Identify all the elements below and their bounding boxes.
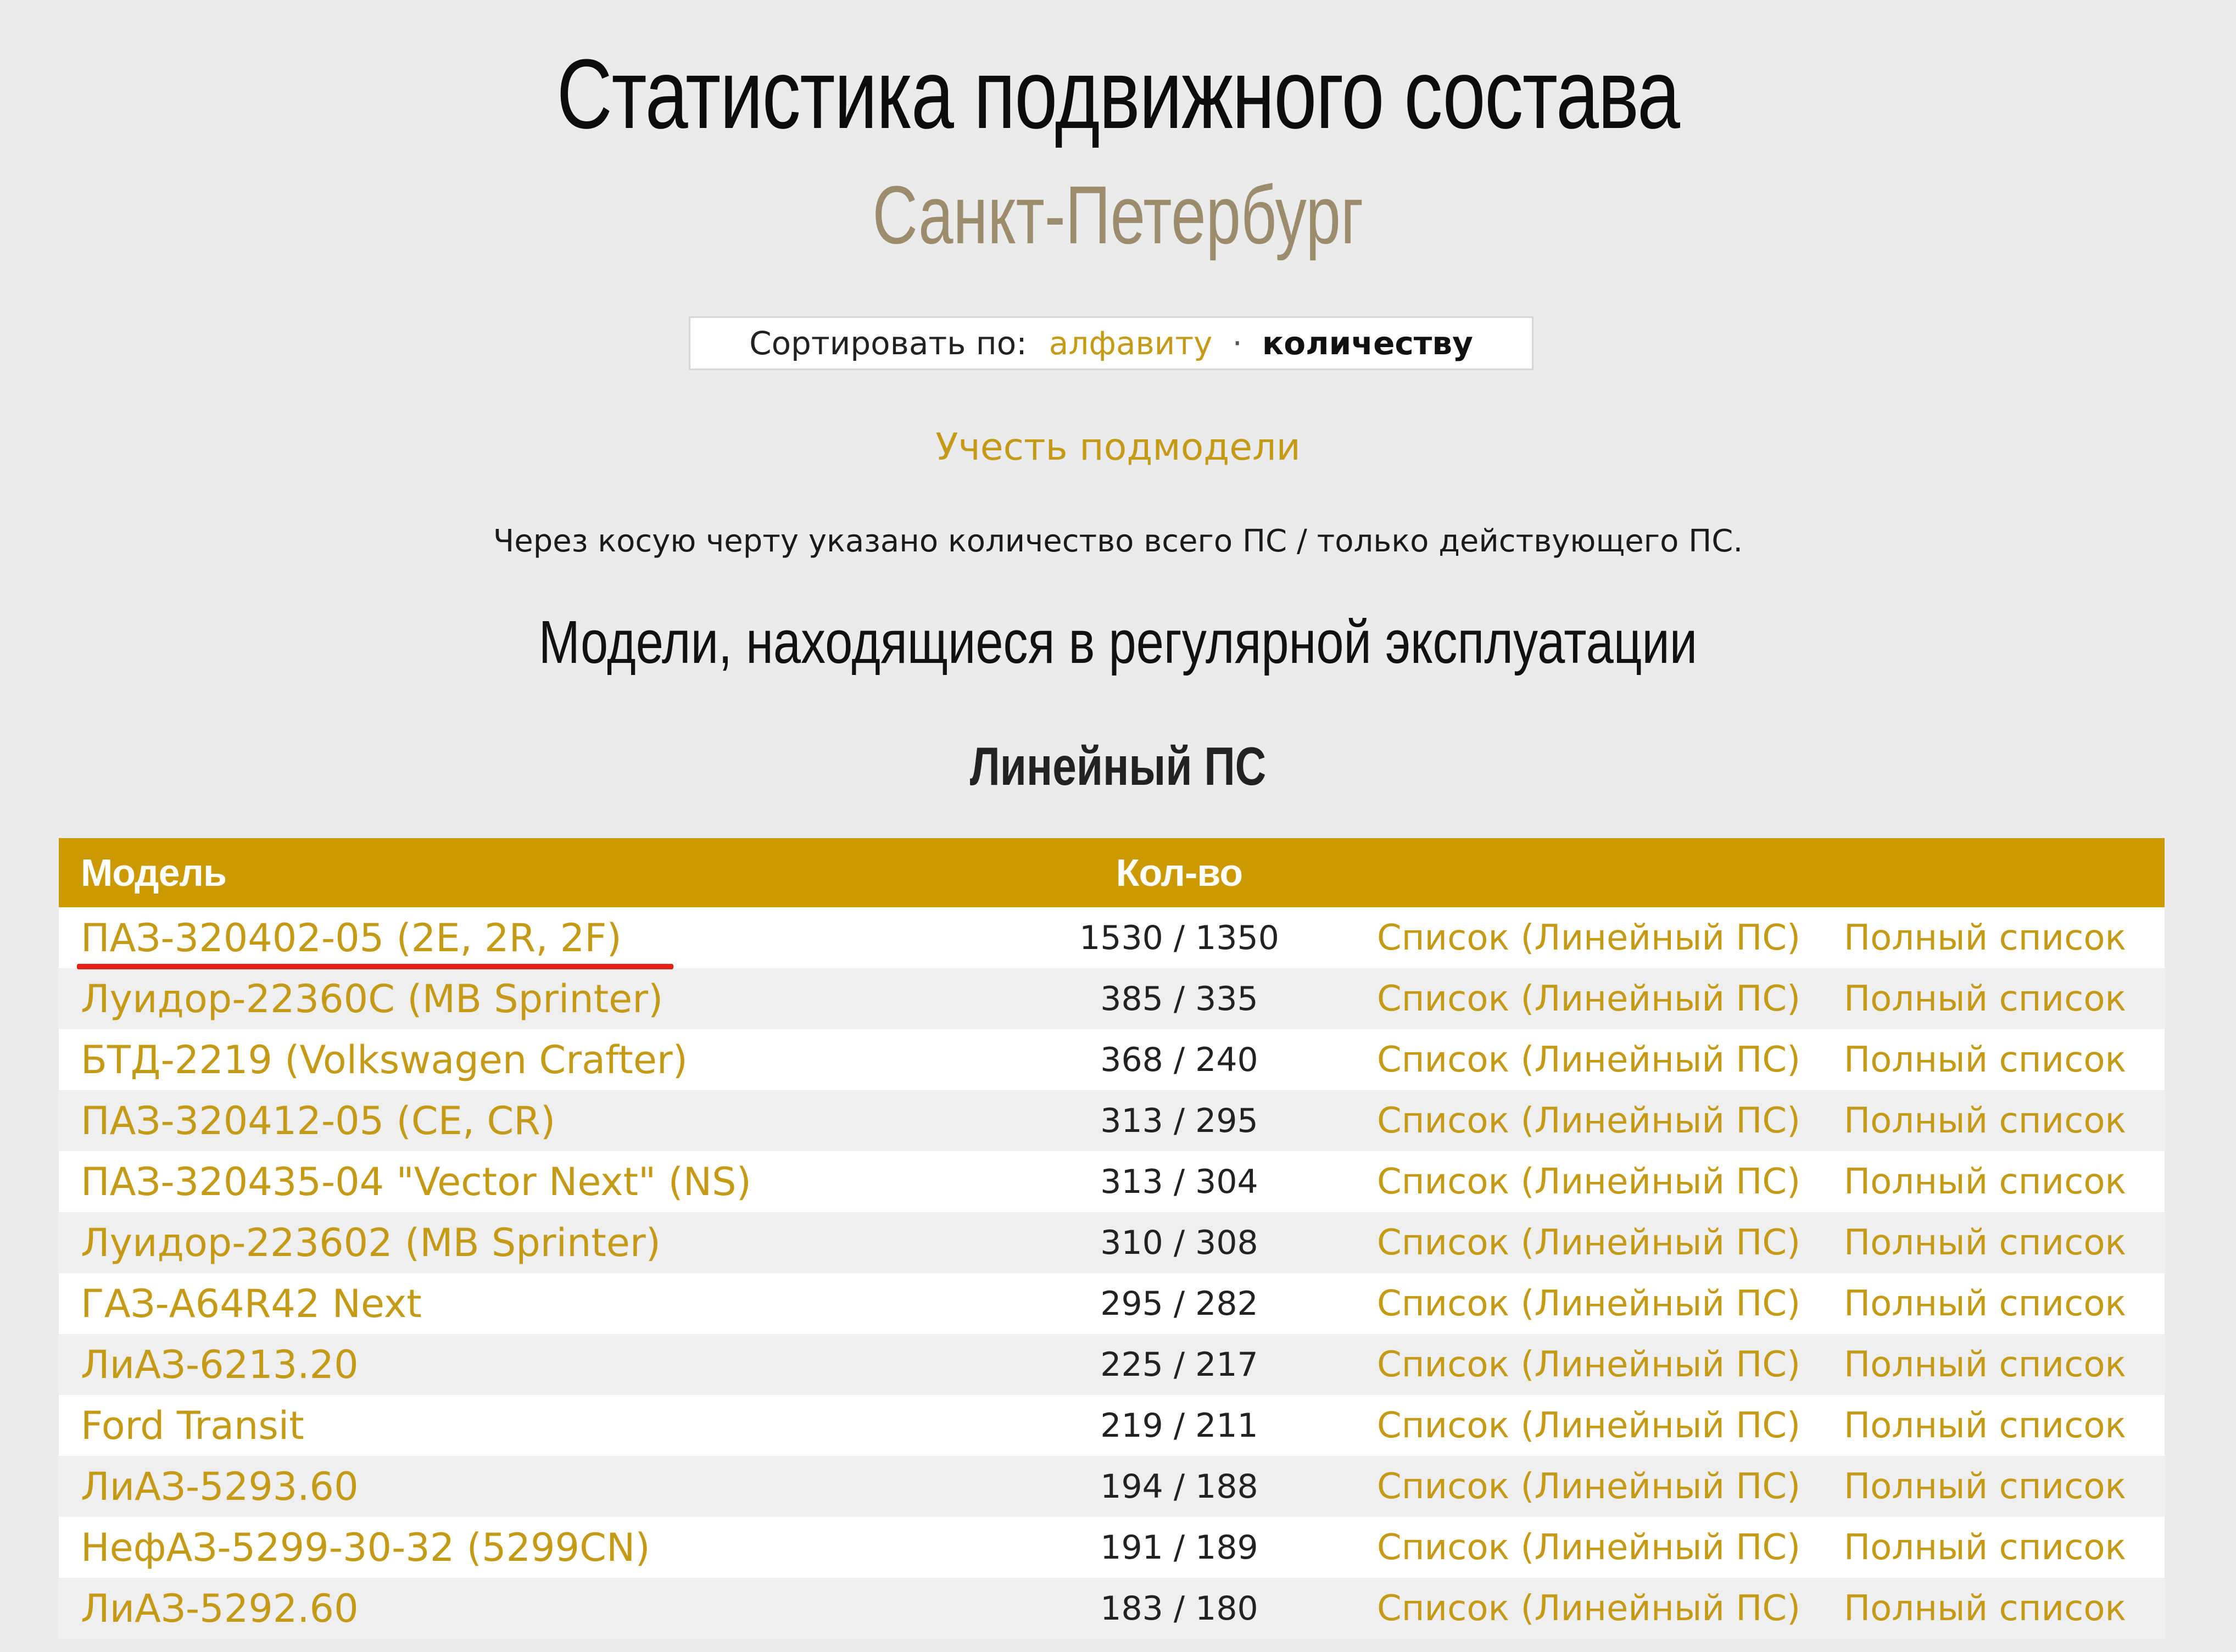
page: Статистика подвижного состава Санкт-Пете…	[0, 0, 2236, 1652]
model-link[interactable]: Луидор-223602 (MB Sprinter)	[59, 1212, 982, 1273]
model-count: 368 / 240	[982, 1029, 1377, 1090]
model-list-link[interactable]: Список (Линейный ПС)	[1377, 1456, 1844, 1517]
model-list-link[interactable]: Список (Линейный ПС)	[1377, 1578, 1844, 1639]
model-link[interactable]: ПАЗ-320435-04 "Vector Next" (NS)	[59, 1151, 982, 1212]
model-link[interactable]: ПАЗ-320402-05 (2E, 2R, 2F)	[59, 907, 982, 968]
model-list-link[interactable]: Список (Линейный ПС)	[1377, 968, 1844, 1029]
model-list-link[interactable]: Список (Линейный ПС)	[1377, 1090, 1844, 1151]
model-full-list-link[interactable]: Полный список	[1844, 1151, 2165, 1212]
model-count: 225 / 217	[982, 1334, 1377, 1395]
table-header-row: Модель Кол-во	[59, 838, 2165, 907]
table-row: Ford Transit 219 / 211 Список (Линейный ПС…	[59, 1395, 2165, 1456]
model-count: 191 / 189	[982, 1517, 1377, 1578]
model-full-list-link[interactable]: Полный список	[1844, 968, 2165, 1029]
model-full-list-link[interactable]: Полный список	[1844, 1029, 2165, 1090]
count-note: Через косую черту указано количество все…	[493, 523, 1743, 559]
model-count: 313 / 304	[982, 1151, 1377, 1212]
table-row: БТД-2219 (Volkswagen Crafter) 368 / 240 Сп…	[59, 1029, 2165, 1090]
model-list-link[interactable]: Список (Линейный ПС)	[1377, 1151, 1844, 1212]
model-count: 1530 / 1350	[982, 907, 1377, 968]
table-row: ПАЗ-320412-05 (CE, CR) 313 / 295 Список (Л…	[59, 1090, 2165, 1151]
column-header-full	[1844, 838, 2165, 907]
table-row: Луидор-223602 (MB Sprinter) 310 / 308 Спис…	[59, 1212, 2165, 1273]
table-row: ЛиАЗ-5292.60 183 / 180 Список (Линейный ПС…	[59, 1578, 2165, 1639]
sort-by-alphabet-link[interactable]: алфавиту	[1049, 325, 1213, 362]
sort-label: Сортировать по:	[749, 325, 1027, 362]
table-row: НефАЗ-5299-30-32 (5299CN) 191 / 189 Список…	[59, 1517, 2165, 1578]
table-row: ПАЗ-320402-05 (2E, 2R, 2F) 1530 / 1350 Спи…	[59, 907, 2165, 968]
model-link[interactable]: ЛиАЗ-5293.60	[59, 1456, 982, 1517]
model-count: 295 / 282	[982, 1273, 1377, 1334]
model-count: 313 / 295	[982, 1090, 1377, 1151]
model-count: 310 / 308	[982, 1212, 1377, 1273]
model-full-list-link[interactable]: Полный список	[1844, 1517, 2165, 1578]
column-header-list	[1377, 838, 1844, 907]
sort-by-count-active: количеству	[1262, 325, 1473, 362]
model-link[interactable]: ПАЗ-320412-05 (CE, CR)	[59, 1090, 982, 1151]
subsection-title: Линейный ПС	[969, 736, 1267, 796]
table-body: ПАЗ-320402-05 (2E, 2R, 2F) 1530 / 1350 Спи…	[59, 907, 2165, 1639]
column-header-count: Кол-во	[982, 838, 1377, 907]
model-full-list-link[interactable]: Полный список	[1844, 1212, 2165, 1273]
sort-control: Сортировать по: алфавиту · количеству	[689, 316, 1534, 370]
model-count: 385 / 335	[982, 968, 1377, 1029]
sort-separator: ·	[1232, 325, 1242, 362]
model-list-link[interactable]: Список (Линейный ПС)	[1377, 1395, 1844, 1456]
model-full-list-link[interactable]: Полный список	[1844, 907, 2165, 968]
table-row: ЛиАЗ-6213.20 225 / 217 Список (Линейный ПС…	[59, 1334, 2165, 1395]
model-link[interactable]: ГАЗ-A64R42 Next	[59, 1273, 982, 1334]
model-full-list-link[interactable]: Полный список	[1844, 1273, 2165, 1334]
annotation-red-underline	[77, 964, 673, 969]
model-list-link[interactable]: Список (Линейный ПС)	[1377, 1273, 1844, 1334]
model-full-list-link[interactable]: Полный список	[1844, 1456, 2165, 1517]
table-row: ПАЗ-320435-04 "Vector Next" (NS) 313 / 30…	[59, 1151, 2165, 1212]
model-count: 183 / 180	[982, 1578, 1377, 1639]
model-list-link[interactable]: Список (Линейный ПС)	[1377, 1334, 1844, 1395]
table-row: ЛиАЗ-5293.60 194 / 188 Список (Линейный ПС…	[59, 1456, 2165, 1517]
model-full-list-link[interactable]: Полный список	[1844, 1395, 2165, 1456]
city-subtitle: Санкт-Петербург	[872, 169, 1364, 261]
model-link[interactable]: НефАЗ-5299-30-32 (5299CN)	[59, 1517, 982, 1578]
include-submodels-label[interactable]: Учесть подмодели	[935, 426, 1301, 469]
model-link[interactable]: Луидор-22360C (MB Sprinter)	[59, 968, 982, 1029]
model-count: 219 / 211	[982, 1395, 1377, 1456]
model-count: 194 / 188	[982, 1456, 1377, 1517]
page-title: Статистика подвижного состава	[556, 39, 1680, 149]
model-full-list-link[interactable]: Полный список	[1844, 1578, 2165, 1639]
table-row: ГАЗ-A64R42 Next 295 / 282 Список (Линейный…	[59, 1273, 2165, 1334]
table-row: Луидор-22360C (MB Sprinter) 385 / 335 Спис…	[59, 968, 2165, 1029]
model-list-link[interactable]: Список (Линейный ПС)	[1377, 1212, 1844, 1273]
model-list-link[interactable]: Список (Линейный ПС)	[1377, 1517, 1844, 1578]
section-title: Модели, находящиеся в регулярной эксплуа…	[538, 609, 1698, 676]
models-table: Модель Кол-во ПАЗ-320402-05 (2E, 2R, 2F)…	[59, 838, 2165, 1639]
model-full-list-link[interactable]: Полный список	[1844, 1090, 2165, 1151]
column-header-model: Модель	[59, 838, 982, 907]
model-link[interactable]: ЛиАЗ-6213.20	[59, 1334, 982, 1395]
model-link[interactable]: БТД-2219 (Volkswagen Crafter)	[59, 1029, 982, 1090]
model-list-link[interactable]: Список (Линейный ПС)	[1377, 1029, 1844, 1090]
include-submodels-link[interactable]: Учесть подмодели	[0, 423, 2236, 472]
model-list-link[interactable]: Список (Линейный ПС)	[1377, 907, 1844, 968]
model-link[interactable]: Ford Transit	[59, 1395, 982, 1456]
model-link[interactable]: ЛиАЗ-5292.60	[59, 1578, 982, 1639]
model-full-list-link[interactable]: Полный список	[1844, 1334, 2165, 1395]
